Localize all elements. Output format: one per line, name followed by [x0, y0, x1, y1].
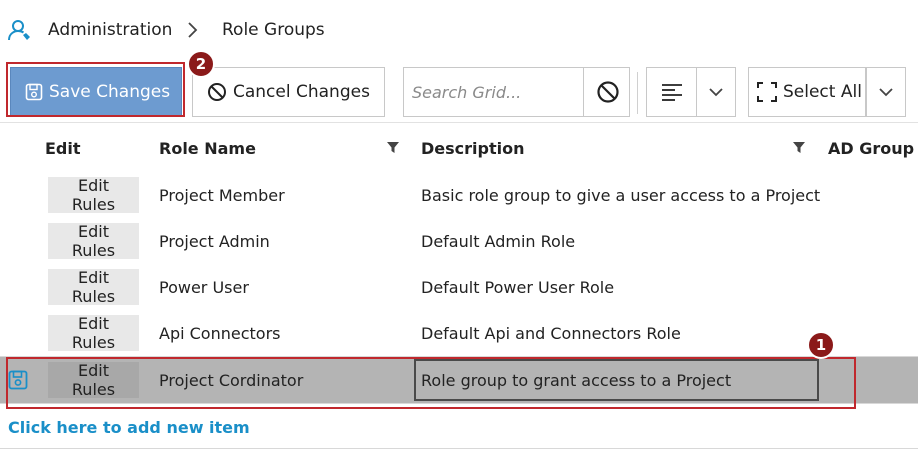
clear-search-button[interactable]	[583, 68, 631, 116]
search-input[interactable]	[404, 68, 582, 116]
table-row[interactable]: Edit Rules Project Member Basic role gro…	[0, 172, 918, 219]
table-row[interactable]: Edit Rules Project Admin Default Admin R…	[0, 218, 918, 265]
description-cell[interactable]: Default Power User Role	[421, 278, 614, 297]
callout-badge-2: 2	[187, 50, 215, 78]
grid-header: Edit Role Name Description AD Group	[0, 122, 918, 174]
cancel-icon	[208, 83, 226, 101]
clear-icon	[596, 81, 619, 103]
column-header-description[interactable]: Description	[421, 139, 524, 158]
chevron-down-icon	[709, 88, 723, 97]
breadcrumb-administration[interactable]: Administration	[48, 20, 172, 40]
breadcrumb-role-groups: Role Groups	[222, 20, 325, 40]
edit-rules-button[interactable]: Edit Rules	[48, 176, 139, 214]
select-all-icon	[757, 82, 777, 102]
callout-badge-1: 1	[807, 331, 835, 359]
align-left-option[interactable]	[647, 68, 698, 116]
text-align-button[interactable]	[646, 67, 736, 117]
filter-icon[interactable]	[792, 141, 806, 155]
table-row[interactable]: Edit Rules Api Connectors Default Api an…	[0, 310, 918, 357]
cancel-changes-label: Cancel Changes	[233, 82, 370, 102]
role-name-cell[interactable]: Power User	[159, 278, 249, 297]
table-row[interactable]: Edit Rules Power User Default Power User…	[0, 264, 918, 311]
edit-rules-button[interactable]: Edit Rules	[48, 314, 139, 352]
column-header-role-name[interactable]: Role Name	[159, 139, 256, 158]
description-cell[interactable]: Default Admin Role	[421, 232, 575, 251]
select-all-button[interactable]: Select All	[748, 67, 866, 117]
select-all-label: Select All	[783, 82, 862, 102]
add-new-item-link[interactable]: Click here to add new item	[8, 418, 250, 437]
breadcrumb: Administration Role Groups	[0, 0, 918, 60]
description-cell[interactable]: Default Api and Connectors Role	[421, 324, 681, 343]
chevron-right-icon	[188, 22, 198, 38]
align-dropdown-toggle[interactable]	[697, 68, 735, 116]
align-left-icon	[661, 84, 682, 101]
cancel-changes-button[interactable]: Cancel Changes	[192, 67, 385, 117]
role-name-cell[interactable]: Project Admin	[159, 232, 270, 251]
description-cell[interactable]: Basic role group to give a user access t…	[421, 186, 820, 205]
filter-icon[interactable]	[386, 141, 400, 155]
role-name-cell[interactable]: Api Connectors	[159, 324, 281, 343]
column-header-edit[interactable]: Edit	[45, 139, 81, 158]
chevron-down-icon	[879, 88, 893, 97]
user-roles-icon	[8, 20, 30, 41]
select-all-dropdown-toggle[interactable]	[866, 67, 906, 117]
callout-box-row	[6, 357, 856, 409]
grid-bottom-border	[0, 448, 918, 449]
role-name-cell[interactable]: Project Member	[159, 186, 285, 205]
callout-box-save	[6, 62, 185, 117]
toolbar-divider	[637, 72, 638, 114]
edit-rules-button[interactable]: Edit Rules	[48, 268, 139, 306]
search-grid	[403, 67, 630, 117]
column-header-ad-group[interactable]: AD Group	[828, 139, 914, 158]
edit-rules-button[interactable]: Edit Rules	[48, 222, 139, 260]
